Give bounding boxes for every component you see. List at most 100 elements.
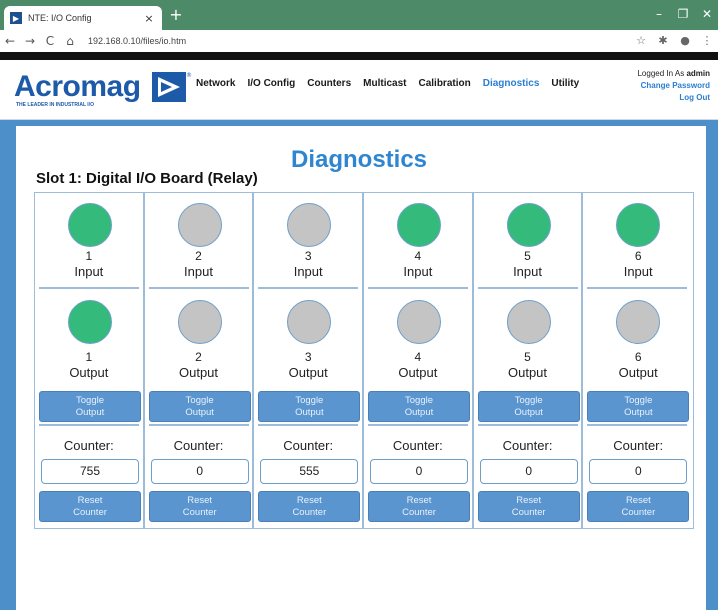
reset-label-line2: Counter xyxy=(402,506,436,518)
nav-multicast[interactable]: Multicast xyxy=(357,78,412,89)
section-divider xyxy=(477,287,578,289)
back-arrow-icon[interactable]: ← xyxy=(0,31,20,51)
input-channel-number: 2 xyxy=(195,249,202,263)
acromag-logo[interactable]: Acromag THE LEADER IN INDUSTRIAL I/O ® xyxy=(14,70,192,110)
bookmark-star-icon[interactable]: ☆ xyxy=(630,31,652,51)
toggle-output-button[interactable]: Toggle Output xyxy=(258,391,361,422)
toggle-label-line1: Toggle xyxy=(185,394,214,406)
reset-label-line2: Counter xyxy=(621,506,656,518)
browser-tab[interactable]: ▶ NTE: I/O Config × xyxy=(4,6,162,30)
nav-utility[interactable]: Utility xyxy=(545,78,585,89)
url-field[interactable]: 192.168.0.10/files/io.htm xyxy=(88,36,630,46)
section-divider xyxy=(258,287,359,289)
section-divider xyxy=(148,287,249,289)
reset-button-label: Reset Counter xyxy=(402,495,436,519)
reset-counter-button[interactable]: Reset Counter xyxy=(368,491,471,522)
nav-diagnostics[interactable]: Diagnostics xyxy=(477,78,546,89)
channel-column: 3 Input 3 Output Toggle Output Counter: … xyxy=(254,193,365,528)
input-channel-number: 4 xyxy=(414,249,422,263)
counter-value-field: 0 xyxy=(370,459,469,484)
toggle-button-label: Toggle Output xyxy=(185,395,214,419)
browser-titlebar: ▶ NTE: I/O Config × + – ❐ ✕ xyxy=(0,0,718,30)
home-icon[interactable]: ⌂ xyxy=(60,31,80,51)
io-channel-grid: 1 Input 1 Output Toggle Output Counter: … xyxy=(34,192,694,529)
maximize-button[interactable]: ❐ xyxy=(674,6,692,22)
tab-close-icon[interactable]: × xyxy=(142,12,156,25)
counter-value-field: 0 xyxy=(479,459,578,484)
output-channel-number: 1 xyxy=(85,350,93,364)
minimize-button[interactable]: – xyxy=(650,6,668,22)
input-status-led xyxy=(68,203,112,247)
logo-wordmark: Acromag xyxy=(14,70,141,103)
reset-counter-button[interactable]: Reset Counter xyxy=(39,491,141,522)
input-label: Input xyxy=(623,264,653,279)
slot-title: Slot 1: Digital I/O Board (Relay) xyxy=(36,170,258,187)
section-divider xyxy=(148,424,249,426)
close-window-button[interactable]: ✕ xyxy=(698,6,716,22)
nav-network[interactable]: Network xyxy=(190,78,241,89)
nav-counters[interactable]: Counters xyxy=(301,78,357,89)
main-nav: Network I/O Config Counters Multicast Ca… xyxy=(190,78,585,89)
toggle-output-button[interactable]: Toggle Output xyxy=(587,391,690,422)
output-label: Output xyxy=(178,365,219,380)
reload-icon[interactable]: C xyxy=(40,31,60,51)
toggle-label-line1: Toggle xyxy=(295,394,324,406)
reset-counter-button[interactable]: Reset Counter xyxy=(258,491,361,522)
toggle-label-line1: Toggle xyxy=(405,394,434,406)
reset-button-label: Reset Counter xyxy=(73,495,107,519)
counter-value-field: 555 xyxy=(260,459,359,484)
logged-in-label: Logged In As xyxy=(637,69,685,78)
toggle-label-line2: Output xyxy=(404,406,434,418)
reset-button-label: Reset Counter xyxy=(512,495,546,519)
reset-label-line1: Reset xyxy=(516,494,542,506)
logo-tagline: THE LEADER IN INDUSTRIAL I/O xyxy=(16,102,94,108)
output-channel-number: 5 xyxy=(524,350,531,364)
reset-label-line1: Reset xyxy=(625,494,651,506)
reset-label-line2: Counter xyxy=(73,506,107,518)
reset-counter-button[interactable]: Reset Counter xyxy=(477,491,580,522)
input-label: Input xyxy=(513,264,542,279)
input-status-led xyxy=(397,203,442,247)
output-label: Output xyxy=(508,365,548,380)
toggle-output-button[interactable]: Toggle Output xyxy=(39,391,141,422)
counter-label: Counter: xyxy=(63,438,114,453)
toggle-output-button[interactable]: Toggle Output xyxy=(368,391,471,422)
section-divider xyxy=(587,287,688,289)
input-label: Input xyxy=(403,264,433,279)
nav-calibration[interactable]: Calibration xyxy=(412,78,476,89)
section-divider xyxy=(258,424,359,426)
reset-counter-button[interactable]: Reset Counter xyxy=(148,491,251,522)
output-channel-number: 6 xyxy=(634,350,642,364)
profile-icon[interactable]: ● xyxy=(674,31,696,51)
input-channel-number: 6 xyxy=(634,249,642,263)
reset-button-label: Reset Counter xyxy=(292,495,326,519)
nav-io-config[interactable]: I/O Config xyxy=(241,78,301,89)
toggle-output-button[interactable]: Toggle Output xyxy=(477,391,580,422)
toggle-label-line2: Output xyxy=(624,406,653,418)
forward-arrow-icon[interactable]: → xyxy=(20,31,40,51)
header-strip xyxy=(0,52,718,60)
toggle-button-label: Toggle Output xyxy=(514,395,543,419)
channel-column: 6 Input 6 Output Toggle Output Counter: … xyxy=(583,193,693,528)
acromag-logo-icon xyxy=(152,72,186,102)
input-status-led xyxy=(177,203,222,247)
log-out-link[interactable]: Log Out xyxy=(637,92,710,104)
new-tab-button[interactable]: + xyxy=(168,6,184,24)
reset-label-line2: Counter xyxy=(292,506,327,518)
change-password-link[interactable]: Change Password xyxy=(637,80,710,92)
channel-column: 5 Input 5 Output Toggle Output Counter: … xyxy=(474,193,584,528)
username: admin xyxy=(686,69,710,78)
extensions-icon[interactable]: ✱ xyxy=(652,31,674,51)
reset-counter-button[interactable]: Reset Counter xyxy=(587,491,690,522)
section-divider xyxy=(39,287,139,289)
channel-column: 2 Input 2 Output Toggle Output Counter: … xyxy=(145,193,255,528)
counter-label: Counter: xyxy=(173,438,224,453)
section-divider xyxy=(477,424,578,426)
counter-value-field: 0 xyxy=(589,459,688,484)
output-label: Output xyxy=(618,365,658,380)
section-divider xyxy=(587,424,688,426)
tab-title: NTE: I/O Config xyxy=(28,13,92,23)
toggle-output-button[interactable]: Toggle Output xyxy=(148,391,251,422)
address-bar: ← → C ⌂ 192.168.0.10/files/io.htm ☆ ✱ ● … xyxy=(0,30,718,52)
menu-icon[interactable]: ⋮ xyxy=(696,31,718,51)
